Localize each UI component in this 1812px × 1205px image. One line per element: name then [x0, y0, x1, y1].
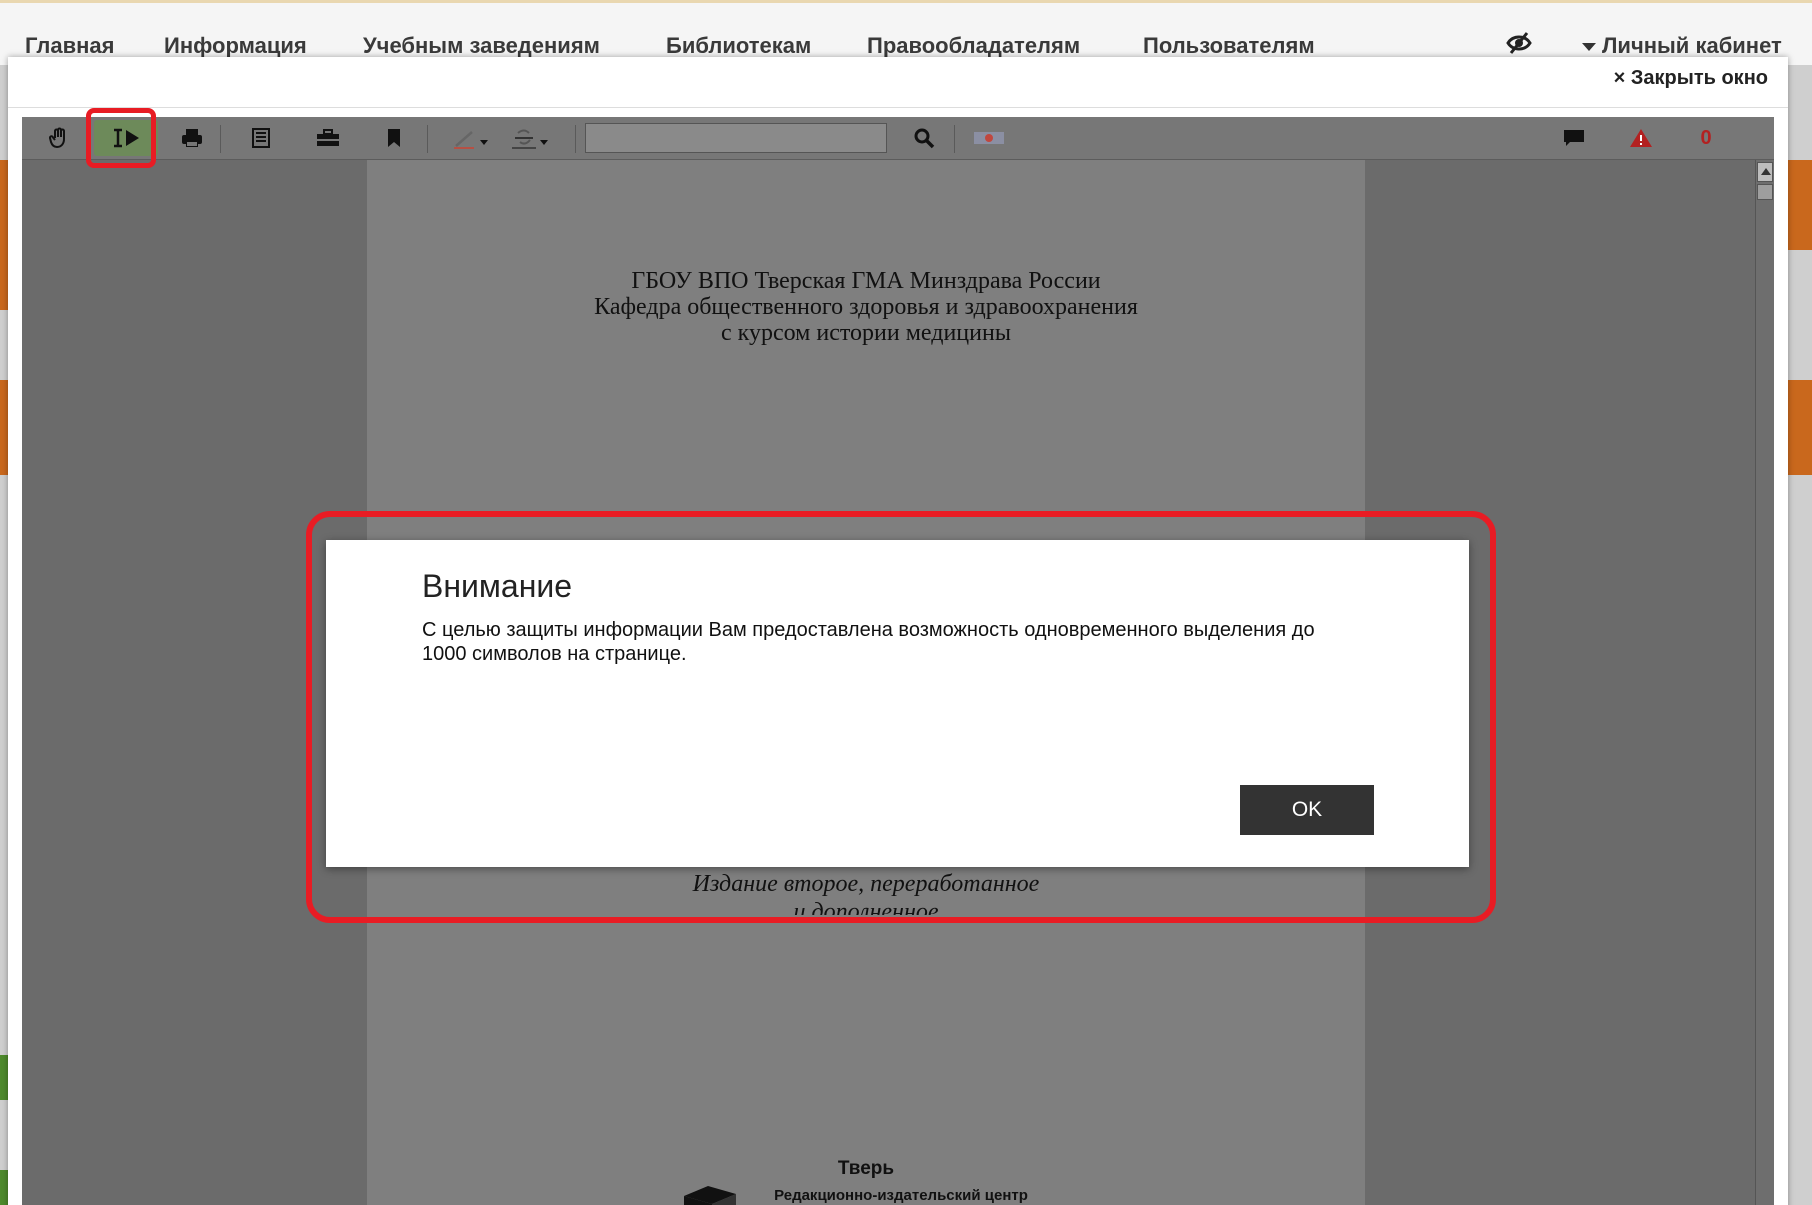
background-accent — [1788, 380, 1812, 475]
nav-libraries[interactable]: Библиотекам — [666, 33, 811, 59]
publisher-logo-icon — [684, 1186, 736, 1205]
divider — [8, 107, 1788, 108]
background-accent — [0, 1055, 8, 1100]
bookmark-icon — [388, 129, 400, 147]
personal-cabinet-label: Личный кабинет — [1602, 33, 1782, 58]
background-accent — [0, 380, 8, 475]
flag-button[interactable] — [972, 121, 1006, 155]
background-accent — [0, 1170, 8, 1205]
comment-icon — [1564, 130, 1584, 146]
chevron-down-icon — [480, 140, 488, 145]
doc-header-line: ГБОУ ВПО Тверская ГМА Минздрава России — [631, 268, 1101, 294]
bookmark-button[interactable] — [377, 121, 411, 155]
toolbar-separator — [427, 125, 428, 153]
accessibility-eye-icon[interactable] — [1505, 29, 1533, 57]
site-navigation: Главная Информация Учебным заведениям Би… — [0, 0, 1812, 65]
scroll-up-button[interactable] — [1757, 162, 1773, 182]
report-button[interactable] — [1624, 121, 1658, 155]
briefcase-icon — [317, 129, 339, 146]
doc-header-line: с курсом истории медицины — [721, 320, 1011, 346]
doc-city: Тверь — [837, 1158, 895, 1179]
doc-header-line: Кафедра общественного здоровья и здравоо… — [594, 294, 1138, 320]
nav-information[interactable]: Информация — [164, 33, 307, 59]
warning-icon — [1630, 129, 1652, 147]
search-button[interactable] — [907, 121, 941, 155]
viewer-toolbar: 0 — [22, 117, 1774, 160]
doc-publisher: Редакционно-издательский центр — [774, 1187, 1028, 1204]
background-accent — [0, 160, 8, 310]
background-accent — [1788, 160, 1812, 250]
nav-institutions[interactable]: Учебным заведениям — [363, 33, 600, 59]
hand-tool-button[interactable] — [42, 121, 76, 155]
pen-icon — [454, 131, 474, 149]
nav-rightholders[interactable]: Правообладателям — [867, 33, 1080, 59]
strikethrough-tool-button[interactable] — [508, 121, 548, 155]
search-input[interactable] — [585, 123, 887, 153]
dialog-title: Внимание — [422, 568, 573, 604]
pen-tool-button[interactable] — [450, 121, 488, 155]
nav-users[interactable]: Пользователям — [1143, 33, 1315, 59]
comments-button[interactable] — [1557, 121, 1591, 155]
search-icon — [914, 128, 935, 149]
print-icon — [182, 129, 202, 147]
caret-down-icon — [1582, 43, 1596, 52]
page-view-button[interactable] — [244, 121, 278, 155]
tool-highlight-outline — [86, 108, 156, 168]
toolbar-separator — [575, 125, 576, 153]
flag-icon — [974, 132, 1004, 144]
print-button[interactable] — [175, 121, 209, 155]
toolbar-separator — [954, 125, 955, 153]
page: Главная Информация Учебным заведениям Би… — [0, 0, 1812, 1205]
alert-dialog: Внимание С целью защиты информации Вам п… — [326, 540, 1469, 867]
vertical-scrollbar[interactable] — [1755, 160, 1774, 1205]
toolbar-separator — [220, 125, 221, 153]
dialog-message: С целью защиты информации Вам предоставл… — [422, 619, 1315, 665]
strikethrough-icon — [512, 129, 536, 149]
briefcase-button[interactable] — [311, 121, 345, 155]
alert-count: 0 — [1700, 126, 1712, 149]
personal-cabinet-menu[interactable]: Личный кабинет — [1582, 33, 1782, 59]
ok-button[interactable]: OK — [1240, 785, 1374, 835]
hand-icon — [49, 127, 65, 149]
chevron-down-icon — [540, 140, 548, 145]
close-window-button[interactable]: × Закрыть окно — [1614, 67, 1768, 90]
scroll-thumb[interactable] — [1757, 184, 1773, 200]
nav-home[interactable]: Главная — [25, 33, 114, 59]
document-icon — [252, 128, 270, 148]
